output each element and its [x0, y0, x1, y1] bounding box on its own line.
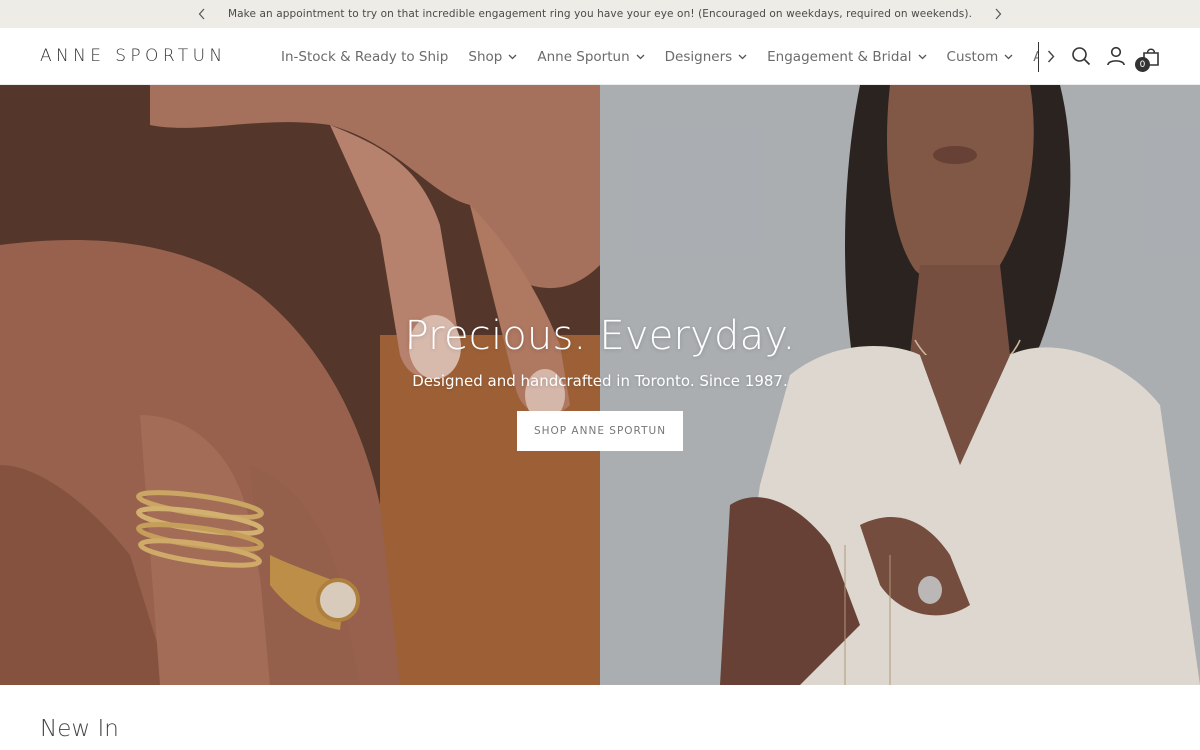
hero-subtitle: Designed and handcrafted in Toronto. Sin…	[412, 372, 788, 390]
announcement-bar: Make an appointment to try on that incre…	[0, 0, 1200, 28]
chevron-down-icon	[1004, 54, 1013, 60]
new-in-heading: New In	[40, 716, 119, 742]
nav-item-designers[interactable]: Designers	[665, 49, 748, 65]
chevron-right-icon[interactable]	[990, 6, 1006, 22]
nav-item-shop[interactable]: Shop	[468, 49, 517, 65]
main-nav: In-Stock & Ready to Ship Shop Anne Sport…	[281, 28, 1039, 85]
nav-item-engagement-bridal[interactable]: Engagement & Bridal	[767, 49, 926, 65]
nav-item-anne-sportun[interactable]: Anne Sportun	[537, 48, 645, 65]
nav-item-custom[interactable]: Custom	[947, 49, 1014, 65]
hero-title: Precious. Everyday.	[404, 313, 796, 359]
chevron-left-icon[interactable]	[194, 6, 210, 22]
nav-item-label: Anne Sportun	[537, 48, 630, 65]
nav-item-label: Shop	[468, 48, 503, 65]
chevron-down-icon	[636, 54, 645, 60]
nav-item-label: In-Stock & Ready to Ship	[281, 48, 449, 65]
chevron-down-icon	[918, 54, 927, 60]
chevron-down-icon	[738, 54, 747, 60]
site-header: ANNE SPORTUN In-Stock & Ready to Ship Sh…	[0, 28, 1200, 85]
account-icon[interactable]	[1105, 45, 1127, 67]
announcement-text: Make an appointment to try on that incre…	[227, 8, 973, 20]
nav-item-label: Custom	[946, 48, 999, 65]
nav-scroll-right-icon[interactable]	[1043, 48, 1059, 64]
site-logo[interactable]: ANNE SPORTUN	[40, 46, 227, 66]
chevron-down-icon	[508, 54, 517, 60]
cart-count-badge: 0	[1135, 57, 1150, 72]
search-icon[interactable]	[1070, 45, 1092, 67]
nav-item-label: Designers	[664, 48, 733, 65]
nav-item-label: Engagement & Bridal	[767, 48, 912, 65]
nav-divider	[1038, 42, 1039, 72]
shop-anne-sportun-button[interactable]: SHOP ANNE SPORTUN	[517, 411, 683, 451]
hero-banner: Precious. Everyday. Designed and handcra…	[0, 85, 1200, 685]
nav-item-in-stock[interactable]: In-Stock & Ready to Ship	[281, 49, 448, 65]
